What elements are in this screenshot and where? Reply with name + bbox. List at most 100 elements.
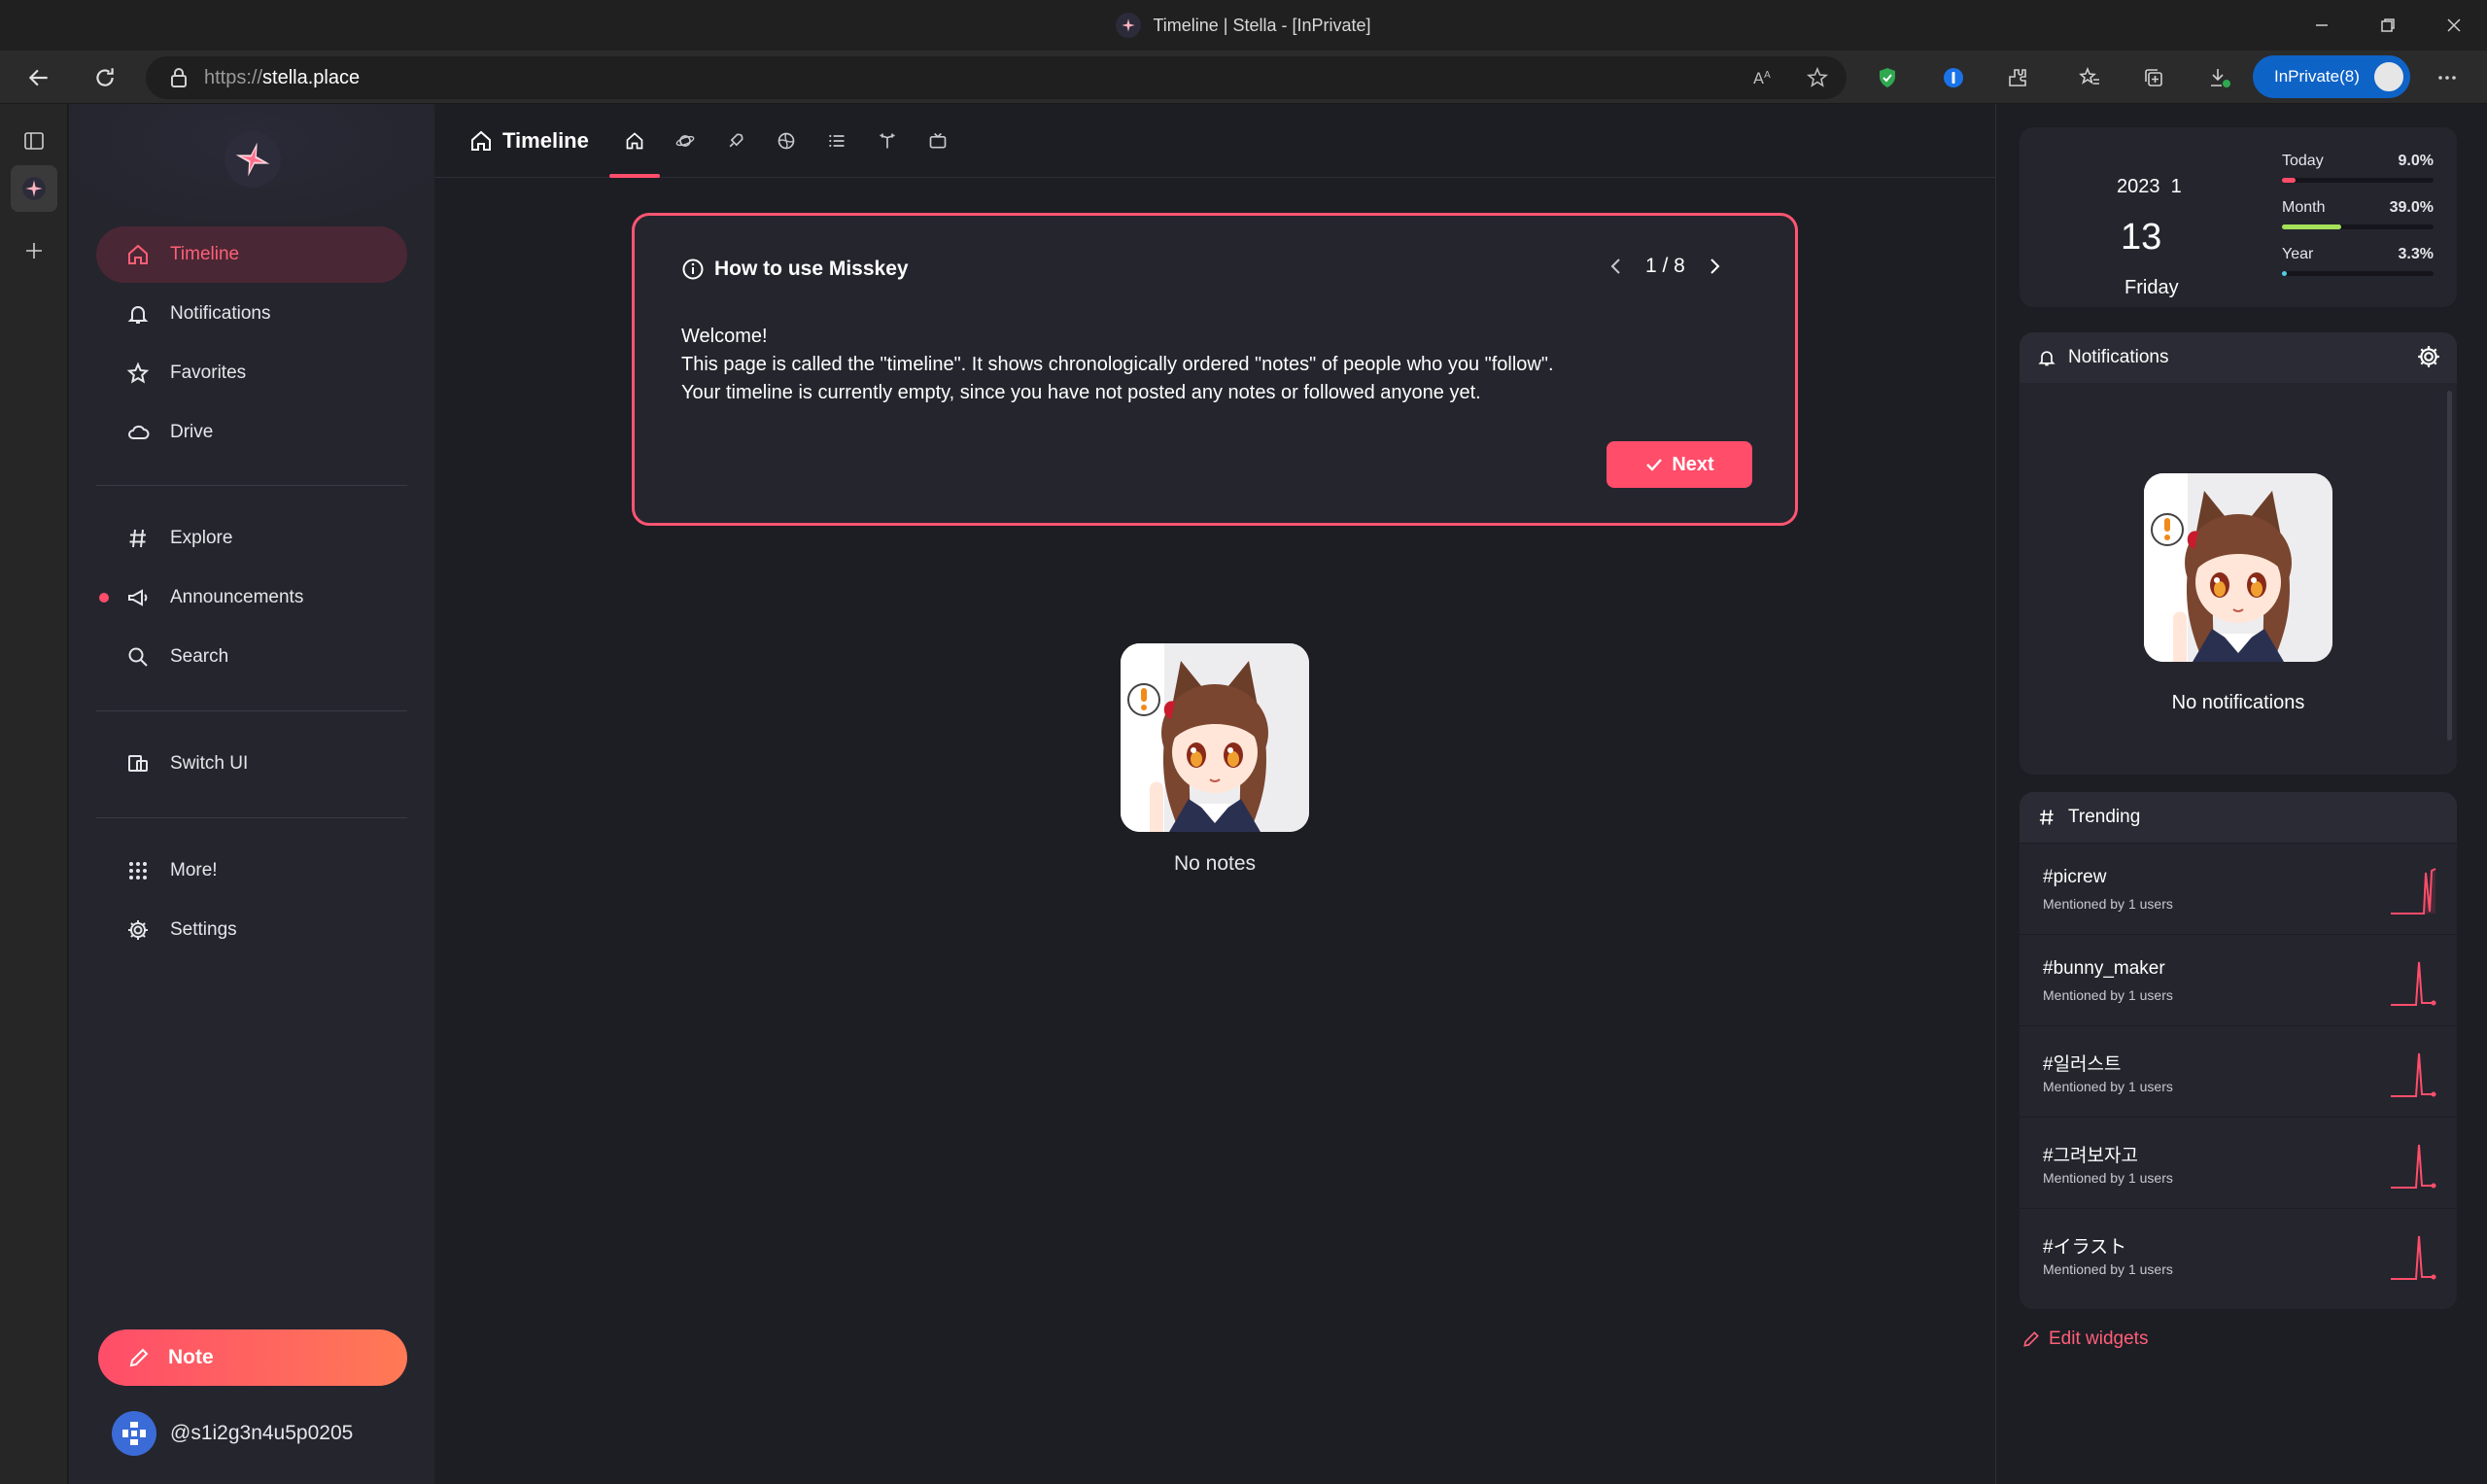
tab-global-timeline[interactable] <box>761 104 812 178</box>
widget-title: Notifications <box>2068 347 2169 367</box>
nav-label: Search <box>170 646 229 667</box>
antenna-icon <box>880 133 895 149</box>
hash-icon <box>2037 808 2056 827</box>
trending-tag: #bunny_maker <box>2043 958 2165 979</box>
widget-scrollbar[interactable] <box>2447 391 2452 741</box>
add-favorite-icon[interactable] <box>1794 54 1841 101</box>
page-title-text: Timeline <box>502 127 589 153</box>
downloads-icon[interactable] <box>2196 54 2243 101</box>
tab-actions-icon[interactable] <box>11 118 57 164</box>
window-title: Timeline | Stella - [InPrivate] <box>0 0 2487 51</box>
minimize-icon[interactable] <box>2289 0 2355 51</box>
trending-item[interactable]: #picrew Mentioned by 1 users <box>2020 843 2457 934</box>
nav-divider <box>96 485 407 486</box>
tab-antenna-timeline[interactable] <box>862 104 913 178</box>
restore-icon[interactable] <box>2355 0 2421 51</box>
gear-icon <box>123 915 153 945</box>
tutorial-title: How to use Misskey <box>681 258 909 281</box>
progress-label: Month <box>2282 199 2326 216</box>
post-note-button[interactable]: Note <box>98 1329 407 1386</box>
stella-tab-icon <box>22 177 46 200</box>
unread-indicator <box>99 593 109 603</box>
hash-icon <box>123 524 153 553</box>
window-controls <box>2289 0 2487 51</box>
nav-search[interactable]: Search <box>96 629 407 685</box>
instance-logo-icon[interactable] <box>225 131 281 188</box>
nav-favorites[interactable]: Favorites <box>96 345 407 401</box>
tab-channel-timeline[interactable] <box>913 104 963 178</box>
more-options-icon[interactable] <box>2424 54 2470 101</box>
close-window-icon[interactable] <box>2421 0 2487 51</box>
collections-icon[interactable] <box>2130 54 2177 101</box>
trending-item[interactable]: #イラスト Mentioned by 1 users <box>2020 1208 2457 1299</box>
lock-icon <box>171 68 187 87</box>
shield-extension-icon[interactable] <box>1864 54 1911 101</box>
browser-toolbar: https://stella.place AA InPrivate(8) <box>0 51 2487 104</box>
instance-header <box>69 104 434 221</box>
edit-widgets-link[interactable]: Edit widgets <box>2021 1329 2148 1350</box>
trend-sparkline <box>2391 1053 2436 1097</box>
url-host: stella.place <box>262 66 361 88</box>
tutorial-body: Welcome! This page is called the "timeli… <box>681 323 1750 407</box>
browser-titlebar: Timeline | Stella - [InPrivate] <box>0 0 2487 51</box>
tutorial-line: This page is called the "timeline". It s… <box>681 354 1554 375</box>
trending-item[interactable]: #그려보자고 Mentioned by 1 users <box>2020 1117 2457 1208</box>
trending-tag: #イラスト <box>2043 1237 2127 1258</box>
timeline-tabs <box>609 104 963 178</box>
pencil-icon <box>127 1346 151 1369</box>
progress-label: Today <box>2282 153 2324 169</box>
extensions-icon[interactable] <box>1994 54 2041 101</box>
nav-explore[interactable]: Explore <box>96 510 407 567</box>
trend-sparkline <box>2391 1235 2436 1280</box>
empty-state-illustration <box>1121 643 1309 832</box>
nav-label: Notifications <box>170 303 271 324</box>
trending-item[interactable]: #bunny_maker Mentioned by 1 users <box>2020 934 2457 1025</box>
trending-item[interactable]: #일러스트 Mentioned by 1 users <box>2020 1025 2457 1117</box>
switch-ui-icon <box>123 749 153 778</box>
progress-fill <box>2282 224 2341 229</box>
nav-settings[interactable]: Settings <box>96 902 407 958</box>
search-icon <box>123 642 153 672</box>
new-tab-icon[interactable] <box>11 227 57 274</box>
nav-divider <box>96 710 407 711</box>
trending-mentions: Mentioned by 1 users <box>2043 896 2173 912</box>
progress-fill <box>2282 178 2297 183</box>
nav-more[interactable]: More! <box>96 843 407 899</box>
tab-list-timeline[interactable] <box>812 104 862 178</box>
tab-local-timeline[interactable] <box>660 104 710 178</box>
tutorial-line: Welcome! <box>681 326 768 347</box>
chevron-right-icon[interactable] <box>1705 257 1724 276</box>
back-icon[interactable] <box>16 54 62 101</box>
tutorial-next-button[interactable]: Next <box>1606 441 1752 488</box>
tab-stella[interactable] <box>11 165 57 212</box>
nav-switch-ui[interactable]: Switch UI <box>96 736 407 792</box>
account-handle: @s1i2g3n4u5p0205 <box>170 1422 354 1444</box>
account-menu[interactable]: @s1i2g3n4u5p0205 <box>112 1409 353 1458</box>
inprivate-profile-button[interactable]: InPrivate(8) <box>2253 55 2410 98</box>
tab-home-timeline[interactable] <box>609 104 660 178</box>
nav-notifications[interactable]: Notifications <box>96 286 407 342</box>
nav-label: Drive <box>170 422 214 442</box>
calendar-widget: 2023 1 13 Friday Today 9.0% Month 39.0% … <box>2020 127 2457 307</box>
nav-divider <box>96 817 407 818</box>
speaker-icon <box>123 583 153 612</box>
reload-icon[interactable] <box>82 54 128 101</box>
main-column: Timeline How to use Misskey 1 / 8 Welcom… <box>434 104 1995 1484</box>
trend-sparkline <box>2391 868 2436 915</box>
progress-track <box>2282 271 2434 276</box>
cloud-icon <box>123 418 153 447</box>
chevron-left-icon[interactable] <box>1606 257 1626 276</box>
read-aloud-icon[interactable]: AA <box>1740 54 1786 101</box>
favorites-icon[interactable] <box>2066 54 2113 101</box>
widgets-column: 2023 1 13 Friday Today 9.0% Month 39.0% … <box>1995 104 2487 1484</box>
address-bar[interactable]: https://stella.place <box>146 56 1847 99</box>
tab-social-timeline[interactable] <box>710 104 761 178</box>
nav-announcements[interactable]: Announcements <box>96 569 407 626</box>
trending-mentions: Mentioned by 1 users <box>2043 1079 2173 1094</box>
info-icon <box>681 258 705 281</box>
password-manager-icon[interactable] <box>1930 54 1977 101</box>
calendar-year-month: 2023 1 <box>2117 176 2182 197</box>
nav-drive[interactable]: Drive <box>96 404 407 461</box>
gear-icon[interactable] <box>2416 344 2441 369</box>
nav-timeline[interactable]: Timeline <box>96 226 407 283</box>
